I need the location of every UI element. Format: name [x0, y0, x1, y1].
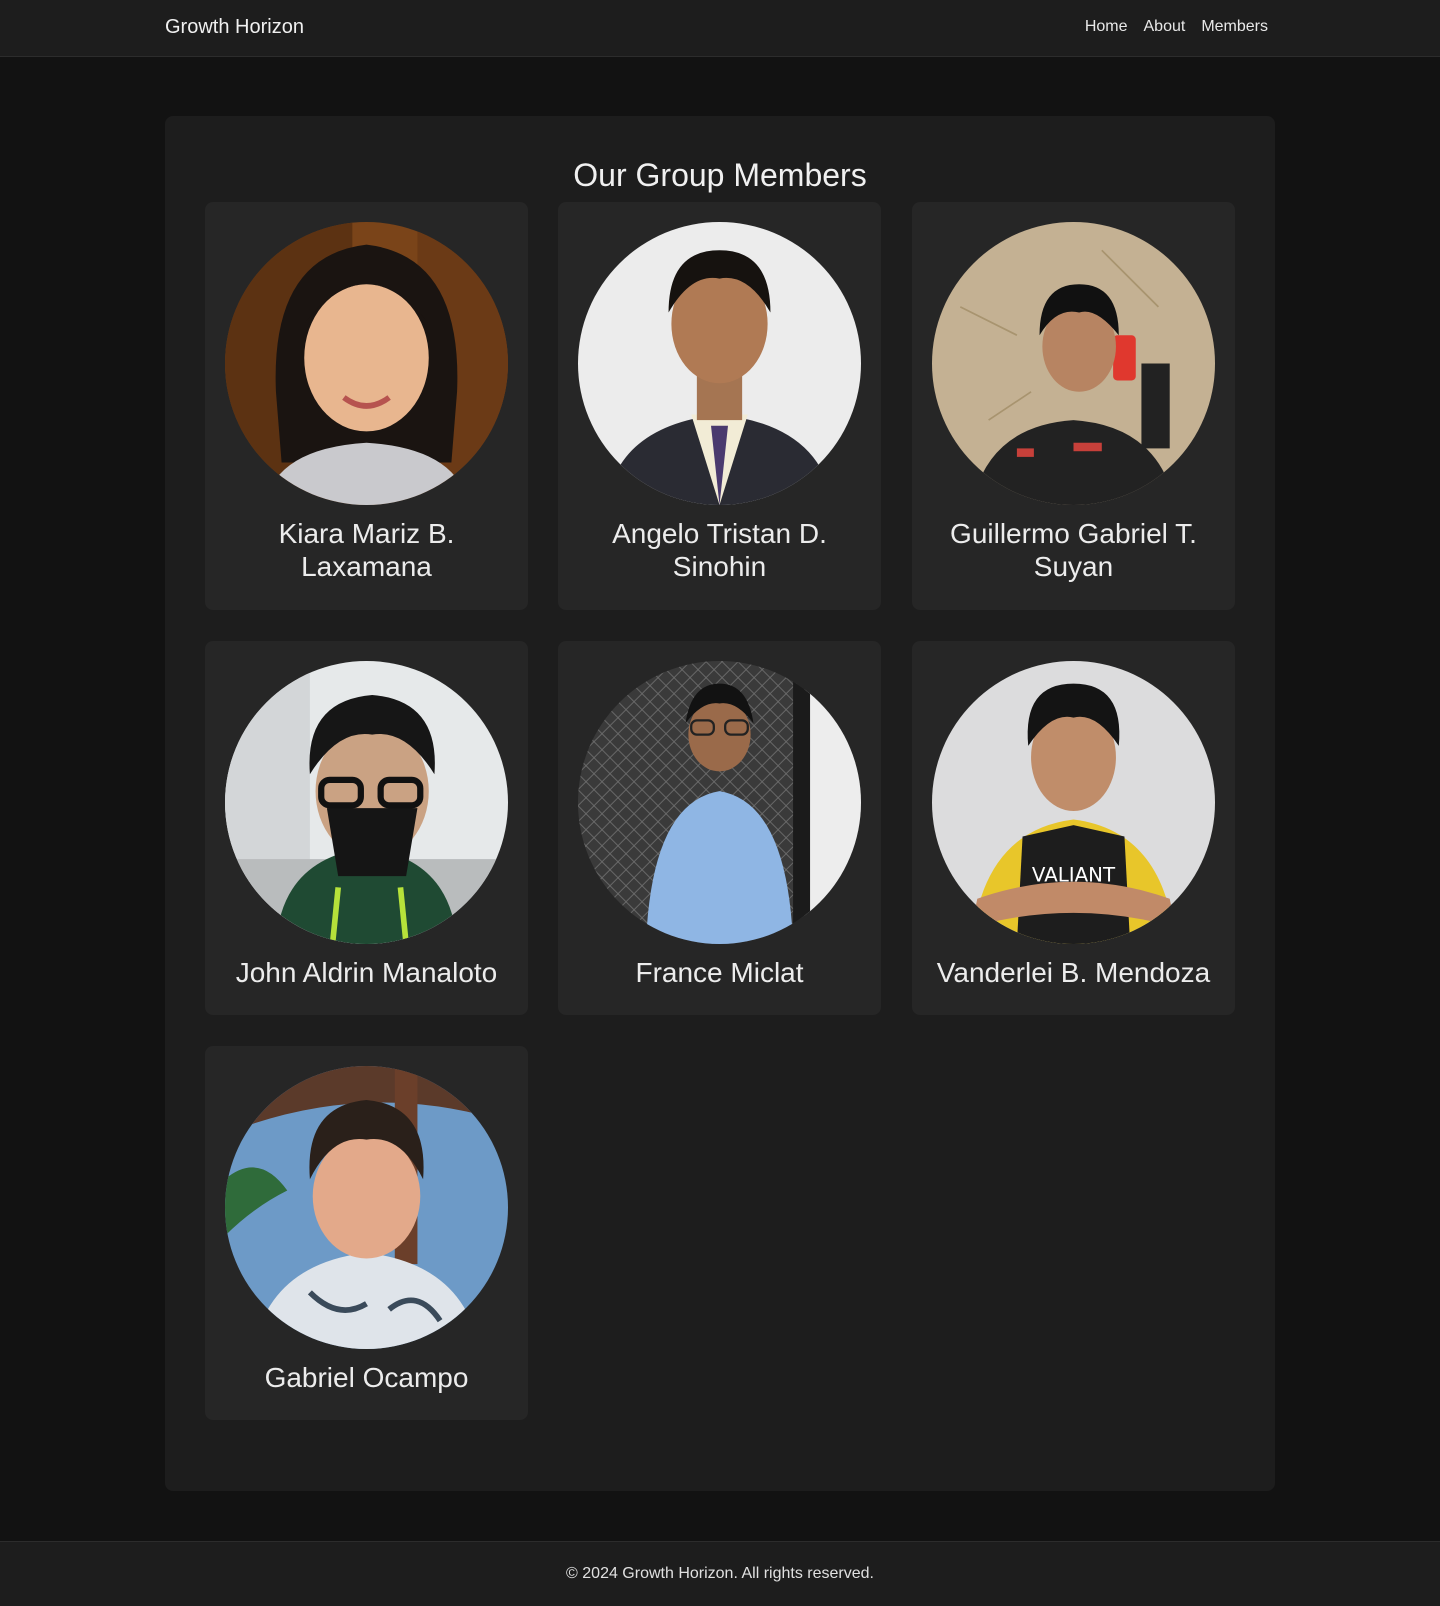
member-name: Vanderlei B. Mendoza [936, 957, 1211, 988]
member-name: Kiara Mariz B. Laxamana [278, 518, 455, 582]
nav-links: Home About Members [1085, 18, 1268, 36]
nav-link-members[interactable]: Members [1201, 18, 1268, 36]
member-name: Angelo Tristan D. Sinohin [612, 518, 827, 582]
member-photo [225, 1066, 508, 1349]
members-panel: Our Group Members Kiara Mariz B. Laxaman… [165, 116, 1275, 1491]
member-card: France Miclat [558, 641, 881, 1015]
member-photo: VALIANT [932, 661, 1215, 944]
page-title: Our Group Members [573, 157, 867, 193]
member-card: VALIANT Vanderlei B. Mendoza [912, 641, 1235, 1015]
member-photo [932, 222, 1215, 505]
member-photo [225, 661, 508, 944]
footer-copyright: © 2024 Growth Horizon. All rights reserv… [566, 1565, 874, 1582]
member-name: France Miclat [635, 957, 804, 988]
nav-link-about[interactable]: About [1144, 18, 1186, 36]
member-name: Guillermo Gabriel T. Suyan [950, 518, 1197, 582]
member-card: Kiara Mariz B. Laxamana [205, 202, 528, 610]
member-name: John Aldrin Manaloto [235, 957, 498, 988]
member-card: Gabriel Ocampo [205, 1046, 528, 1420]
member-card: John Aldrin Manaloto [205, 641, 528, 1015]
member-card: Guillermo Gabriel T. Suyan [912, 202, 1235, 610]
navbar: Growth Horizon Home About Members [0, 0, 1440, 57]
member-photo [578, 222, 861, 505]
member-photo [225, 222, 508, 505]
footer: © 2024 Growth Horizon. All rights reserv… [0, 1541, 1440, 1606]
brand-link[interactable]: Growth Horizon [165, 16, 304, 39]
member-photo [578, 661, 861, 944]
member-name: Gabriel Ocampo [264, 1362, 469, 1393]
nav-link-home[interactable]: Home [1085, 18, 1128, 36]
member-card: Angelo Tristan D. Sinohin [558, 202, 881, 610]
svg-text:VALIANT: VALIANT [1032, 864, 1116, 887]
